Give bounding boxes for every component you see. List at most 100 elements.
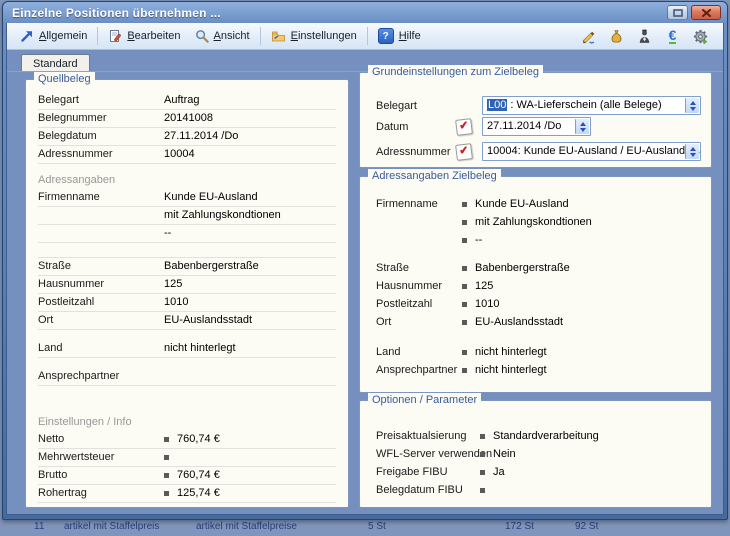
field-label: Mehrwertsteuer (38, 449, 164, 466)
bullet-icon (164, 437, 169, 442)
field-label: Belegnummer (38, 110, 164, 127)
field-value: Babenbergerstraße (164, 258, 336, 275)
panel-quellbeleg: Quellbeleg Belegart Auftrag Belegnummer … (25, 79, 349, 508)
field-value: 27.11.2014 /Do (164, 128, 336, 145)
field-row: Ansprechpartner nicht hinterlegt (376, 361, 703, 379)
euro-glyph: € (669, 28, 677, 44)
background-cell: artikel mit Staffelpreis (64, 521, 159, 532)
field-label: Belegart (376, 100, 456, 112)
toolbar-button-hilfe[interactable]: ? Hilfe (371, 26, 428, 46)
checkbox-checked-icon[interactable]: ✔ (455, 118, 473, 136)
field-label: Ansprechpartner (376, 361, 462, 379)
bullet-icon (462, 266, 467, 271)
toolbar-button-einstellungen[interactable]: Einstellungen (264, 27, 364, 45)
field-label: Ort (376, 313, 462, 331)
bullet-icon (462, 220, 467, 225)
background-cell: 172 St (505, 521, 534, 532)
panel-title: Adressangaben Zielbeleg (368, 169, 501, 183)
field-label: Adressnummer (376, 146, 456, 158)
bullet-icon (164, 455, 169, 460)
field-row: Hausnummer 125 (376, 277, 703, 295)
field-label: Hausnummer (376, 277, 462, 295)
datum-row: Datum ✔ 27.11.2014 /Do (376, 116, 703, 137)
panel-optionen-parameter: Optionen / Parameter Preisaktualsierung … (359, 400, 712, 508)
toolbar-label: Bearbeiten (127, 30, 180, 42)
edit-notepad-icon (108, 29, 122, 43)
field-row: -- (376, 231, 703, 249)
close-button[interactable] (691, 5, 721, 20)
field-value: mit Zahlungskondtionen (164, 207, 336, 224)
bullet-icon (480, 470, 485, 475)
field-row: Firmenname Kunde EU-Ausland (38, 189, 336, 207)
field-value: 760,74 € (177, 431, 336, 448)
field-row: Brutto 760,74 € (38, 467, 336, 485)
toolbar-button-allgemein[interactable]: Allgemein (13, 27, 94, 45)
field-row: Postleitzahl 1010 (38, 294, 336, 312)
spinner-control[interactable] (685, 98, 699, 113)
panel-title: Quellbeleg (34, 72, 95, 86)
field-value: Kunde EU-Ausland (475, 195, 569, 213)
field-label: Rohertrag (38, 485, 164, 502)
toolbar-label: Allgemein (39, 30, 87, 42)
field-label: Ort (38, 312, 164, 329)
field-row: Belegdatum 27.11.2014 /Do (38, 128, 336, 146)
toolbar-button-bearbeiten[interactable]: Bearbeiten (101, 27, 187, 45)
field-value: EU-Auslandsstadt (475, 313, 563, 331)
bullet-icon (462, 302, 467, 307)
section-header: Adressangaben (38, 172, 336, 189)
datum-value: 27.11.2014 /Do (487, 120, 561, 132)
person-icon[interactable] (636, 28, 653, 44)
field-value: Nein (493, 445, 516, 463)
field-label: Belegdatum FIBU (376, 481, 480, 499)
pen-icon[interactable] (580, 28, 597, 44)
background-cell: 5 St (368, 521, 386, 532)
pen-icon-glyph (581, 29, 596, 44)
toolbar-button-ansicht[interactable]: Ansicht (188, 27, 257, 45)
belegart-select[interactable]: L00 : WA-Lieferschein (alle Belege) (482, 96, 701, 115)
bullet-icon (462, 202, 467, 207)
field-value: mit Zahlungskondtionen (475, 213, 592, 231)
field-row: Belegdatum FIBU (376, 481, 703, 499)
bullet-icon (462, 350, 467, 355)
toolbar-label: Ansicht (214, 30, 250, 42)
adressnummer-value: 10004: Kunde EU-Ausland / EU-Auslandssta… (487, 145, 701, 157)
field-row: Rohertrag 125,74 € (38, 485, 336, 503)
field-label: Postleitzahl (376, 295, 462, 313)
titlebar[interactable]: Einzelne Positionen übernehmen ... (6, 2, 724, 23)
panel-title: Optionen / Parameter (368, 393, 481, 407)
field-value: -- (164, 225, 336, 242)
field-row: Straße Babenbergerstraße (38, 258, 336, 276)
tab-standard[interactable]: Standard (21, 54, 90, 72)
gear-icon[interactable] (692, 28, 709, 44)
field-label: Preisaktualsierung (376, 427, 480, 445)
restore-button[interactable] (667, 5, 688, 20)
field-label: WFL-Server verwenden (376, 445, 480, 463)
spinner-control[interactable] (685, 144, 699, 159)
field-row: -- (38, 225, 336, 243)
field-row: Freigabe FIBU Ja (376, 463, 703, 481)
field-row: Firmenname Kunde EU-Ausland (376, 195, 703, 213)
field-value: 125 (164, 276, 336, 293)
bullet-icon (462, 320, 467, 325)
bullet-icon (480, 488, 485, 493)
checkbox-checked-icon[interactable]: ✔ (455, 143, 473, 161)
bullet-icon (164, 473, 169, 478)
field-value: nicht hinterlegt (475, 343, 547, 361)
toolbar-label: Einstellungen (291, 30, 357, 42)
euro-icon[interactable]: € (664, 28, 681, 44)
datum-input[interactable]: 27.11.2014 /Do (482, 117, 591, 136)
help-icon: ? (378, 28, 394, 44)
field-label: Postleitzahl (38, 294, 164, 311)
field-value: 125,74 € (177, 485, 336, 502)
panel-adressangaben-zielbeleg: Adressangaben Zielbeleg Firmenname Kunde… (359, 176, 712, 393)
bullet-icon (480, 452, 485, 457)
field-value: 760,74 € (177, 467, 336, 484)
adressnummer-select[interactable]: 10004: Kunde EU-Ausland / EU-Auslandssta… (482, 142, 701, 161)
field-label: Straße (376, 259, 462, 277)
field-row: mit Zahlungskondtionen (38, 207, 336, 225)
field-label: Freigabe FIBU (376, 463, 480, 481)
spinner-control[interactable] (575, 119, 589, 134)
money-bag-icon[interactable] (608, 28, 625, 44)
field-value: 10004 (164, 146, 336, 163)
background-cell: artikel mit Staffelpreise (196, 521, 297, 532)
